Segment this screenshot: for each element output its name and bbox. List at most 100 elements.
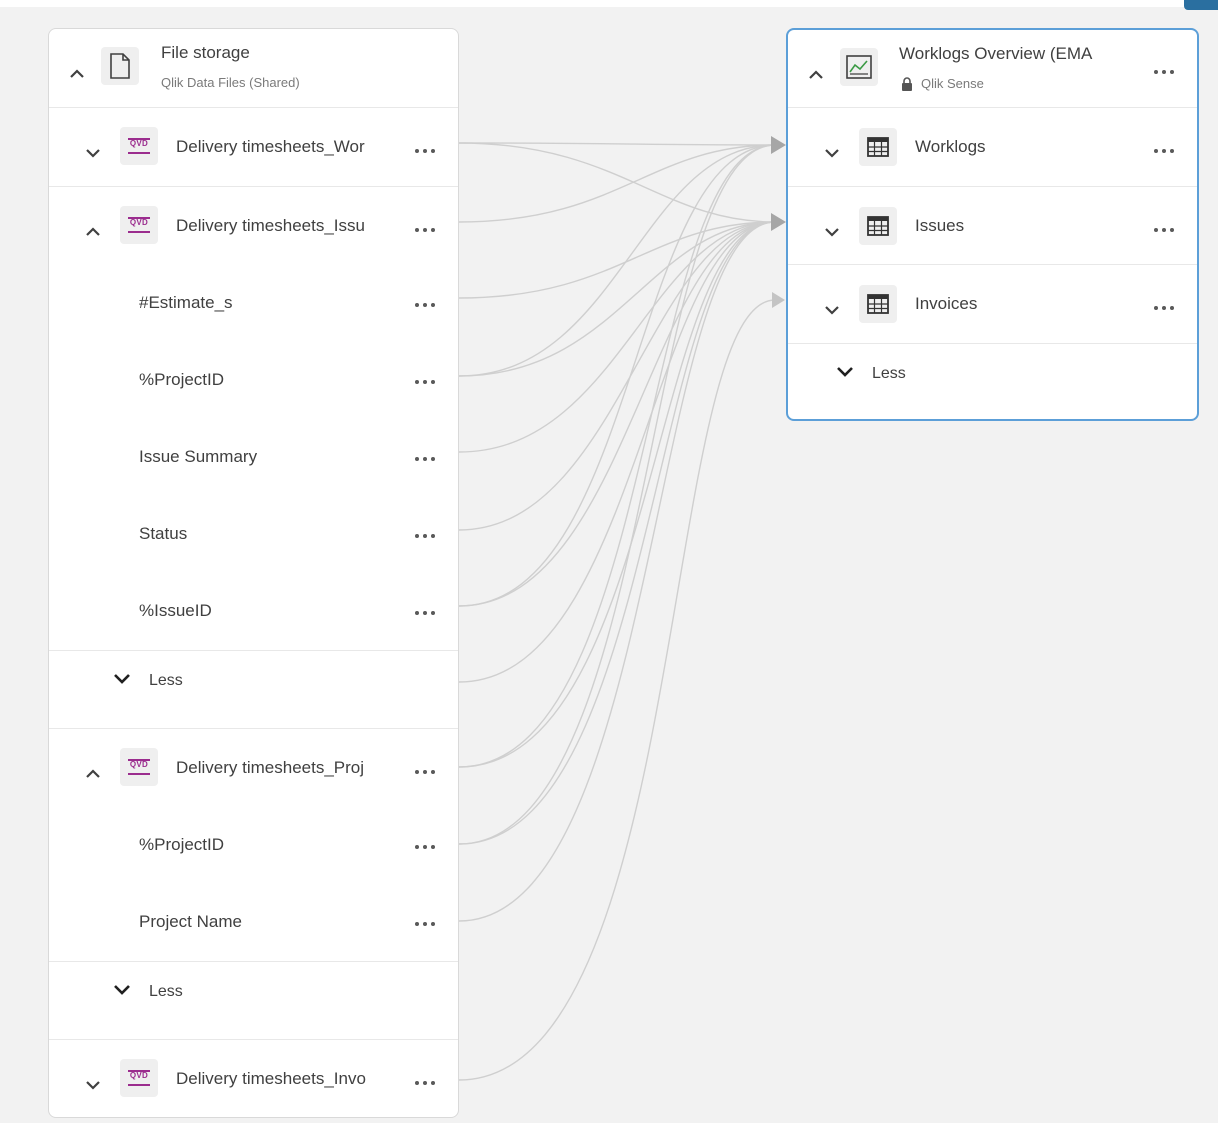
- target-table-issues[interactable]: Issues: [788, 187, 1197, 265]
- arrow-worklogs: [771, 136, 786, 154]
- link-less-issues: [458, 221, 776, 683]
- table-label: Worklogs: [915, 137, 986, 156]
- less-label: Less: [149, 672, 183, 689]
- qvd-icon: QVD: [120, 748, 158, 786]
- link-projectid2-issues: [458, 221, 776, 845]
- link-issueid-issues: [458, 221, 776, 607]
- chevron-down-icon[interactable]: [82, 142, 104, 164]
- link-projname-issues: [458, 221, 776, 922]
- source-card: File storage Qlik Data Files (Shared) QV…: [48, 28, 459, 1118]
- chevron-up-icon[interactable]: [66, 63, 88, 85]
- more-options-icon[interactable]: [415, 228, 441, 240]
- arrow-invoices: [772, 292, 785, 308]
- link-projectid-worklogs: [458, 144, 776, 377]
- field-row[interactable]: %ProjectID: [49, 808, 458, 885]
- link-proj-issues: [458, 221, 776, 768]
- link-projectid-issues: [458, 221, 776, 377]
- target-header: Worklogs Overview (EMA Qlik Sense: [788, 30, 1197, 108]
- field-row[interactable]: Project Name: [49, 885, 458, 962]
- less-toggle[interactable]: Less: [49, 962, 458, 1040]
- link-issueid-worklogs: [458, 144, 776, 607]
- chevron-up-icon[interactable]: [805, 64, 827, 86]
- more-options-icon[interactable]: [1154, 228, 1180, 240]
- link-invo-invoices: [458, 299, 776, 1081]
- link-wor-worklogs: [458, 142, 776, 146]
- more-options-icon[interactable]: [415, 845, 441, 857]
- field-label: #Estimate_s: [139, 293, 233, 312]
- target-title: Worklogs Overview (EMA: [899, 44, 1093, 63]
- link-wor-issues: [458, 142, 776, 223]
- qvd-icon: QVD: [120, 1059, 158, 1097]
- table-icon: [859, 128, 897, 166]
- chevron-down-icon: [111, 979, 133, 1001]
- target-card[interactable]: Worklogs Overview (EMA Qlik Sense Worklo…: [786, 28, 1199, 421]
- more-options-icon[interactable]: [1154, 70, 1180, 82]
- table-label: Invoices: [915, 294, 978, 313]
- field-label: %ProjectID: [139, 835, 225, 854]
- field-label: Issue Summary: [139, 447, 258, 466]
- link-summary-issues: [458, 221, 776, 453]
- source-item-label: Delivery timesheets_Issu: [176, 216, 365, 235]
- field-label: %IssueID: [139, 601, 212, 620]
- link-status-issues: [458, 221, 776, 531]
- more-options-icon[interactable]: [415, 380, 441, 392]
- field-label: Status: [139, 524, 188, 543]
- source-item-issu[interactable]: QVD Delivery timesheets_Issu: [49, 187, 458, 266]
- more-options-icon[interactable]: [1154, 306, 1180, 318]
- link-estimate-issues: [458, 221, 776, 299]
- qvd-icon: QVD: [120, 127, 158, 165]
- chevron-down-icon[interactable]: [821, 142, 843, 164]
- source-subtitle: Qlik Data Files (Shared): [161, 75, 300, 90]
- chevron-down-icon[interactable]: [821, 221, 843, 243]
- target-table-invoices[interactable]: Invoices: [788, 265, 1197, 344]
- source-item-invo[interactable]: QVD Delivery timesheets_Invo: [49, 1040, 458, 1117]
- corner-tab[interactable]: [1184, 0, 1218, 10]
- less-toggle[interactable]: Less: [49, 651, 458, 729]
- more-options-icon[interactable]: [415, 149, 441, 161]
- field-row[interactable]: %ProjectID: [49, 343, 458, 420]
- arrow-issues: [771, 213, 786, 231]
- less-label: Less: [872, 365, 906, 382]
- source-item-label: Delivery timesheets_Invo: [176, 1069, 366, 1088]
- more-options-icon[interactable]: [415, 534, 441, 546]
- more-options-icon[interactable]: [415, 303, 441, 315]
- source-title: File storage: [161, 43, 250, 62]
- table-icon: [859, 207, 897, 245]
- field-row[interactable]: Status: [49, 497, 458, 574]
- lock-icon: [901, 77, 913, 91]
- chevron-down-icon: [111, 668, 133, 690]
- source-item-label: Delivery timesheets_Wor: [176, 137, 365, 156]
- more-options-icon[interactable]: [415, 611, 441, 623]
- more-options-icon[interactable]: [415, 770, 441, 782]
- app-chart-icon: [840, 48, 878, 86]
- link-projectid2-worklogs: [458, 144, 776, 845]
- target-subtitle: Qlik Sense: [921, 76, 984, 91]
- field-row[interactable]: #Estimate_s: [49, 266, 458, 343]
- source-item-wor[interactable]: QVD Delivery timesheets_Wor: [49, 108, 458, 187]
- table-label: Issues: [915, 216, 965, 235]
- field-row[interactable]: Issue Summary: [49, 420, 458, 497]
- more-options-icon[interactable]: [1154, 149, 1180, 161]
- qvd-icon: QVD: [120, 206, 158, 244]
- less-toggle[interactable]: Less: [788, 344, 1197, 419]
- chevron-down-icon[interactable]: [82, 1074, 104, 1096]
- chevron-down-icon[interactable]: [821, 299, 843, 321]
- source-header: File storage Qlik Data Files (Shared): [49, 29, 458, 108]
- chevron-down-icon: [834, 361, 856, 383]
- chevron-up-icon[interactable]: [82, 763, 104, 785]
- top-strip: [0, 0, 1218, 7]
- source-item-label: Delivery timesheets_Proj: [176, 758, 365, 777]
- more-options-icon[interactable]: [415, 457, 441, 469]
- source-item-proj[interactable]: QVD Delivery timesheets_Proj: [49, 729, 458, 808]
- link-proj-worklogs: [458, 144, 776, 768]
- file-icon: [101, 47, 139, 85]
- table-icon: [859, 285, 897, 323]
- field-row[interactable]: %IssueID: [49, 574, 458, 651]
- less-label: Less: [149, 983, 183, 1000]
- link-issu-worklogs: [458, 144, 776, 223]
- more-options-icon[interactable]: [415, 1081, 441, 1093]
- more-options-icon[interactable]: [415, 922, 441, 934]
- target-table-worklogs[interactable]: Worklogs: [788, 108, 1197, 187]
- chevron-up-icon[interactable]: [82, 221, 104, 243]
- field-label: Project Name: [139, 912, 242, 931]
